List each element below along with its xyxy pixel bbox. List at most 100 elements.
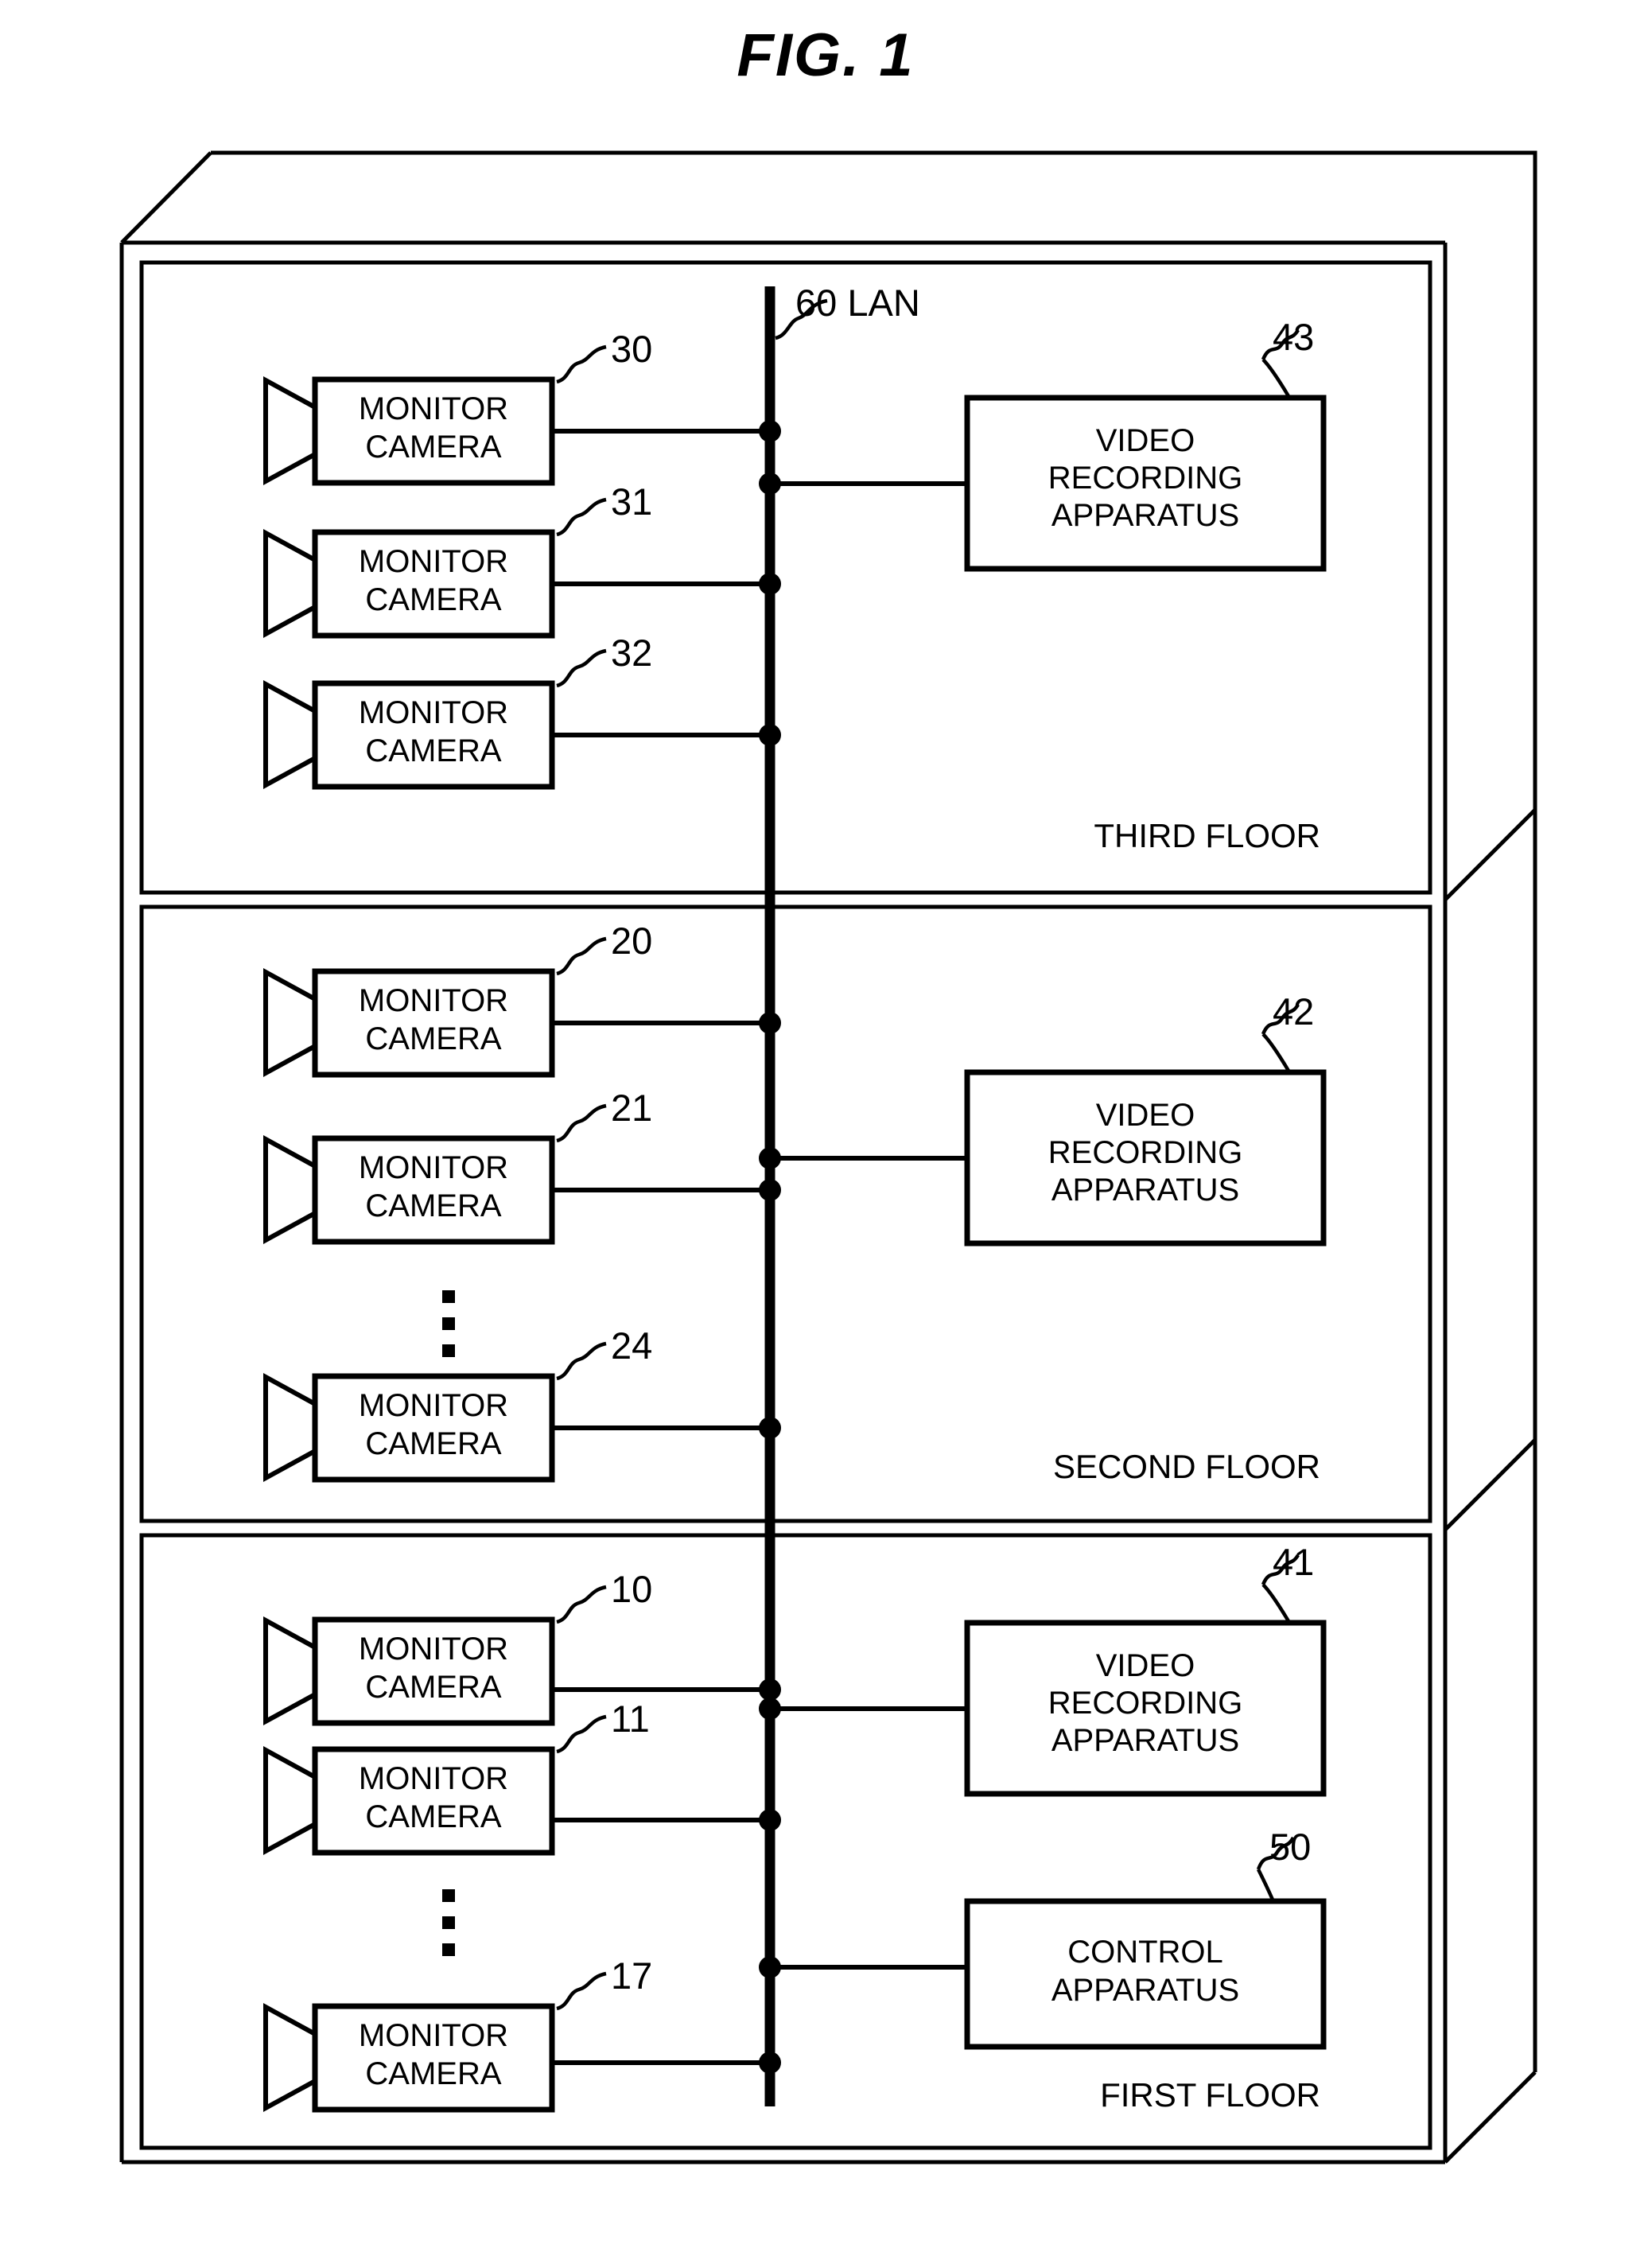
control-apparatus-50[interactable]: CONTROL APPARATUS 50 (759, 1826, 1327, 2050)
floor-label-second: SECOND FLOOR (1053, 1448, 1320, 1485)
lan-junction-dot (759, 1698, 781, 1720)
device-label-line1: VIDEO (1096, 1648, 1195, 1683)
lan-junction-dot (759, 1417, 781, 1439)
camera-list-ellipsis (442, 1889, 455, 1956)
ref-leader-line (556, 1341, 607, 1381)
monitor-camera-20[interactable]: MONITOR CAMERA 20 (263, 920, 781, 1078)
ref-leader-line (556, 1971, 607, 2011)
device-ref-number: 42 (1273, 990, 1314, 1033)
camera-label-line1: MONITOR (359, 2018, 508, 2053)
building-side-bevel-floor2 (1444, 1438, 1537, 1531)
device-label-line1: CONTROL (1067, 1935, 1223, 1970)
lan-junction-dot (759, 1147, 781, 1169)
device-label-line1: VIDEO (1096, 1098, 1195, 1133)
camera-label-line2: CAMERA (365, 1670, 501, 1705)
camera-lens-icon (263, 528, 319, 639)
device-label-line2: APPARATUS (1051, 1973, 1239, 2008)
device-label-line2: RECORDING (1048, 461, 1242, 496)
monitor-camera-31[interactable]: MONITOR CAMERA 31 (263, 480, 781, 639)
camera-label-line1: MONITOR (359, 1388, 508, 1423)
figure-1-diagram: FIG. 1 60 LAN MONITOR CAMERA 30 MONITOR … (0, 0, 1652, 2252)
camera-label-line2: CAMERA (365, 1426, 501, 1461)
camera-ref-number: 24 (611, 1324, 652, 1367)
lan-junction-dot (759, 2052, 781, 2074)
camera-ref-number: 30 (611, 328, 652, 370)
ellipsis-dot-1 (442, 1889, 455, 1902)
video-recording-apparatus-41[interactable]: VIDEO RECORDING APPARATUS 41 (759, 1541, 1327, 1797)
device-label-line2: RECORDING (1048, 1686, 1242, 1721)
ellipsis-dot-3 (442, 1344, 455, 1357)
device-label-line3: APPARATUS (1051, 1723, 1239, 1758)
ellipsis-dot-1 (442, 1290, 455, 1303)
ref-leader-line (1256, 1868, 1275, 1900)
lan-junction-dot (759, 724, 781, 746)
floor-label-third: THIRD FLOOR (1094, 817, 1320, 854)
ref-leader-line (556, 344, 607, 384)
first-floor-group: MONITOR CAMERA 10 MONITOR CAMERA 11 MONI… (263, 1541, 1327, 2114)
camera-lens-icon (263, 1372, 319, 1483)
camera-ref-number: 10 (611, 1568, 652, 1610)
ref-leader-line (556, 936, 607, 976)
ref-leader-line (556, 1714, 607, 1754)
monitor-camera-10[interactable]: MONITOR CAMERA 10 (263, 1568, 781, 1726)
monitor-camera-17[interactable]: MONITOR CAMERA 17 (263, 1954, 781, 2113)
camera-label-line2: CAMERA (365, 582, 501, 617)
device-label-line2: RECORDING (1048, 1135, 1242, 1170)
ref-leader-line (556, 648, 607, 688)
device-ref-number: 43 (1273, 316, 1314, 358)
camera-lens-icon (263, 2002, 319, 2113)
video-recording-apparatus-42[interactable]: VIDEO RECORDING APPARATUS 42 (759, 990, 1327, 1247)
building-side-bevel-floor3 (1444, 808, 1537, 901)
ref-leader-line (556, 1585, 607, 1624)
camera-label-line1: MONITOR (359, 695, 508, 730)
camera-ref-number: 31 (611, 480, 652, 523)
device-ref-number: 41 (1273, 1541, 1314, 1583)
lan-label: 60 LAN (795, 282, 920, 324)
figure-title: FIG. 1 (737, 21, 914, 89)
floor-label-first: FIRST FLOOR (1100, 2076, 1320, 2114)
camera-ref-number: 32 (611, 632, 652, 674)
lan-junction-dot (759, 1956, 781, 1978)
third-floor-group: MONITOR CAMERA 30 MONITOR CAMERA 31 MONI… (263, 316, 1327, 854)
ref-leader-line (556, 1103, 607, 1143)
device-label-line3: APPARATUS (1051, 498, 1239, 533)
camera-ref-number: 20 (611, 920, 652, 962)
ellipsis-dot-3 (442, 1943, 455, 1956)
device-ref-number: 50 (1269, 1826, 1311, 1868)
ellipsis-dot-2 (442, 1317, 455, 1330)
camera-lens-icon (263, 375, 319, 486)
camera-label-line2: CAMERA (365, 2056, 501, 2091)
building-bottom-right-bevel (1444, 2071, 1537, 2164)
camera-label-line2: CAMERA (365, 1799, 501, 1834)
camera-label-line2: CAMERA (365, 1188, 501, 1223)
camera-label-line2: CAMERA (365, 430, 501, 465)
camera-label-line1: MONITOR (359, 544, 508, 579)
camera-label-line1: MONITOR (359, 1761, 508, 1796)
lan-junction-dot (759, 1809, 781, 1831)
camera-label-line1: MONITOR (359, 983, 508, 1018)
camera-label-line1: MONITOR (359, 1150, 508, 1185)
camera-label-line2: CAMERA (365, 1021, 501, 1056)
monitor-camera-21[interactable]: MONITOR CAMERA 21 (263, 1087, 781, 1245)
camera-lens-icon (263, 1745, 319, 1856)
camera-label-line1: MONITOR (359, 391, 508, 426)
monitor-camera-32[interactable]: MONITOR CAMERA 32 (263, 632, 781, 790)
ref-leader-line (1261, 358, 1290, 398)
ref-leader-line (556, 497, 607, 537)
ellipsis-dot-2 (442, 1916, 455, 1929)
video-recording-apparatus-43[interactable]: VIDEO RECORDING APPARATUS 43 (759, 316, 1327, 572)
camera-lens-icon (263, 1134, 319, 1245)
monitor-camera-30[interactable]: MONITOR CAMERA 30 (263, 328, 781, 486)
lan-junction-dot (759, 473, 781, 495)
lan-junction-dot (759, 1678, 781, 1701)
lan-junction-dot (759, 420, 781, 442)
monitor-camera-24[interactable]: MONITOR CAMERA 24 (263, 1324, 781, 1483)
camera-ref-number: 21 (611, 1087, 652, 1129)
camera-lens-icon (263, 967, 319, 1078)
building-roof-bevel-left (120, 151, 212, 244)
ref-leader-line (1261, 1033, 1290, 1072)
patent-figure-svg: FIG. 1 60 LAN MONITOR CAMERA 30 MONITOR … (119, 21, 1537, 2164)
ref-leader-line (1261, 1583, 1290, 1623)
camera-lens-icon (263, 1616, 319, 1726)
second-floor-group: MONITOR CAMERA 20 MONITOR CAMERA 21 MONI… (263, 920, 1327, 1485)
